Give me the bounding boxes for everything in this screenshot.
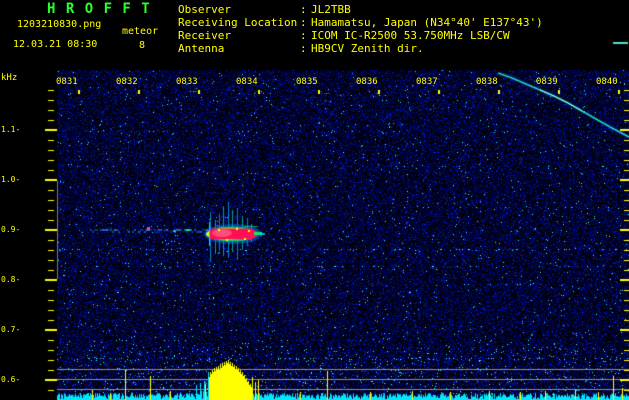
info-row: Receiver: ICOM IC-R2500 53.750MHz LSB/CW <box>178 29 543 42</box>
echo-count: 8 <box>139 40 146 51</box>
info-colon: : <box>300 42 307 55</box>
info-value: JL2TBB <box>311 3 351 16</box>
station-info: Observer: JL2TBB Receiving Location: Hamama… <box>178 3 543 55</box>
freq-tick-label: 0.8- <box>1 275 21 284</box>
mode-label: meteor <box>122 26 159 37</box>
info-row: Observer: JL2TBB <box>178 3 543 16</box>
info-value: Hamamatsu, Japan (N34°40' E137°43') <box>311 16 543 29</box>
app-title: H R O F F T <box>47 1 151 17</box>
info-colon: : <box>300 29 307 42</box>
hrofft-screen: H R O F F T 1203210830.png meteor 12.03.… <box>0 0 629 400</box>
info-colon: : <box>300 16 307 29</box>
freq-tick-label: 0.6- <box>1 375 21 384</box>
info-row: Antenna: HB9CV Zenith dir. <box>178 42 543 55</box>
freq-tick-label: 0.7- <box>1 325 21 334</box>
freq-axis-unit: kHz <box>1 73 18 83</box>
time-tick-label: 0831 <box>56 77 78 87</box>
time-tick-label: 0837 <box>416 77 438 87</box>
info-row: Receiving Location: Hamamatsu, Japan (N34… <box>178 16 543 29</box>
info-label: Receiver <box>178 29 231 42</box>
time-tick-label: 0838 <box>476 77 498 87</box>
time-tick-label: 0833 <box>176 77 198 87</box>
info-value: HB9CV Zenith dir. <box>311 42 424 55</box>
info-label: Receiving Location <box>178 16 298 29</box>
info-colon: : <box>300 3 307 16</box>
freq-tick-label: 1.0- <box>1 175 21 184</box>
time-tick-label: 0840 <box>596 77 618 87</box>
time-tick-label: 0835 <box>296 77 318 87</box>
freq-tick-label: 0.9- <box>1 225 21 234</box>
capture-datetime: 12.03.21 08:30 <box>13 39 98 50</box>
spectrogram-canvas <box>0 0 629 400</box>
info-label: Antenna <box>178 42 225 55</box>
info-label: Observer <box>178 3 231 16</box>
freq-tick-label: 1.1- <box>1 125 21 134</box>
info-value: ICOM IC-R2500 53.750MHz LSB/CW <box>311 29 510 42</box>
capture-filename: 1203210830.png <box>17 19 102 30</box>
time-tick-label: 0832 <box>116 77 138 87</box>
time-tick-label: 0839 <box>536 77 558 87</box>
time-tick-label: 0836 <box>356 77 378 87</box>
time-tick-label: 0834 <box>236 77 258 87</box>
